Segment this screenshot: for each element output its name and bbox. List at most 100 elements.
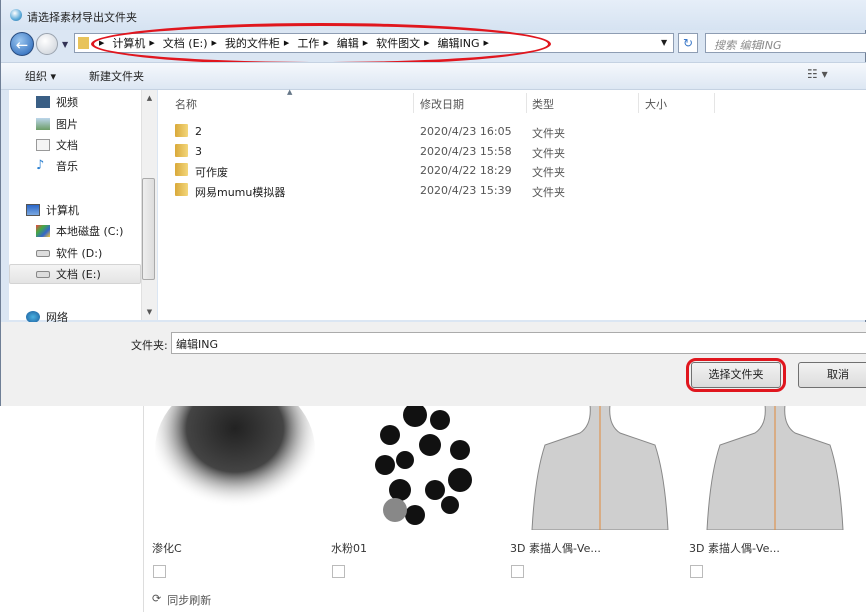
nav-label: 音乐 (56, 160, 78, 173)
file-type: 文件夹 (532, 186, 565, 199)
file-date: 2020/4/23 15:39 (420, 184, 512, 197)
breadcrumb-label: 编辑 (336, 37, 359, 50)
nav-item-drive-e[interactable]: 文档 (E:) (9, 264, 141, 284)
organize-menu[interactable]: 组织 ▾ (25, 68, 56, 84)
column-header-type[interactable]: 类型 (532, 96, 554, 112)
file-name: 2 (195, 125, 202, 138)
nav-label: 视频 (56, 96, 78, 109)
forward-button[interactable] (36, 33, 58, 55)
breadcrumb-label: 计算机 (112, 37, 146, 50)
folder-icon (175, 163, 188, 176)
breadcrumb-label: 工作 (297, 37, 320, 50)
figure-thumbnail[interactable] (520, 404, 690, 531)
refresh-icon: ⟳ (152, 592, 162, 605)
drive-icon (36, 270, 50, 278)
item-checkbox[interactable] (153, 565, 166, 578)
file-type: 文件夹 (532, 147, 565, 160)
arrow-left-icon: ← (15, 36, 29, 54)
chevron-right-icon: ▶ (323, 39, 329, 47)
file-date: 2020/4/23 15:58 (420, 145, 512, 158)
sync-refresh-label: 同步刷新 (167, 594, 212, 607)
file-name: 网易mumu模拟器 (195, 186, 286, 199)
breadcrumb-item[interactable]: 软件图文 ▶ (376, 35, 437, 51)
folder-label: 文件夹: (131, 339, 168, 352)
sync-refresh-button[interactable]: ⟳ 同步刷新 (152, 592, 211, 608)
refresh-icon: ↻ (682, 36, 694, 50)
breadcrumb-item[interactable]: 工作 ▶ (297, 35, 336, 51)
breadcrumb-item[interactable]: 编辑ING ▶ (437, 35, 496, 51)
new-folder-button[interactable]: 新建文件夹 (89, 68, 144, 84)
address-dropdown[interactable]: ▼ (661, 38, 667, 47)
file-row[interactable]: 2 2020/4/23 16:05 文件夹 (175, 122, 865, 141)
folder-icon (175, 144, 188, 157)
pictures-library-icon (36, 118, 50, 130)
folder-dialog: 请选择素材导出文件夹 ← ▼ ▶ 计算机 ▶ 文档 (E:) ▶ 我的文件柜 ▶ 工作… (0, 0, 866, 406)
file-date: 2020/4/23 16:05 (420, 125, 512, 138)
file-name: 3 (195, 145, 202, 158)
search-input[interactable]: 搜索 编辑ING (705, 33, 866, 53)
scroll-up-icon: ▲ (146, 94, 153, 102)
item-checkbox[interactable] (332, 565, 345, 578)
brush-thumbnail[interactable] (150, 378, 320, 530)
address-bar[interactable]: ▶ 计算机 ▶ 文档 (E:) ▶ 我的文件柜 ▶ 工作 ▶ 编辑 ▶ 软件图文 ▶ 编辑I… (74, 33, 674, 53)
folder-icon (175, 124, 188, 137)
breadcrumb-item[interactable]: 文档 (E:) ▶ (163, 35, 225, 51)
folder-icon (175, 183, 188, 196)
cancel-button[interactable]: 取消 (798, 362, 866, 388)
figure-thumbnail[interactable] (695, 404, 865, 531)
history-dropdown[interactable]: ▼ (62, 40, 68, 49)
app-icon (10, 9, 22, 21)
chevron-right-icon: ▶ (483, 39, 489, 47)
breadcrumb-item[interactable]: 计算机 ▶ (112, 35, 162, 51)
refresh-button[interactable]: ↻ (678, 33, 698, 53)
file-row[interactable]: 可作废 2020/4/22 18:29 文件夹 (175, 161, 865, 180)
sort-ascending-icon: ▲ (287, 88, 293, 96)
documents-library-icon (36, 139, 50, 151)
breadcrumb-label: 编辑ING (437, 37, 480, 50)
navigation-pane: 视频 图片 文档 ♪ 音乐 计算机 本地磁盘 (C:) 软件 (D:) 文档 (E… (9, 90, 141, 324)
view-list-icon: ☷ ▾ (807, 67, 828, 81)
scrollbar-thumb[interactable] (142, 178, 155, 280)
breadcrumb-root[interactable]: ▶ (95, 39, 112, 47)
file-row[interactable]: 网易mumu模拟器 2020/4/23 15:39 文件夹 (175, 181, 865, 200)
dialog-title: 请选择素材导出文件夹 (27, 11, 137, 24)
chevron-right-icon: ▶ (424, 39, 430, 47)
divider (143, 405, 144, 612)
column-divider (526, 93, 527, 113)
item-label: 渗化C (152, 542, 182, 555)
chevron-right-icon: ▶ (149, 39, 155, 47)
item-label: 3D 素描人偶-Ve... (510, 542, 601, 555)
computer-icon (26, 204, 40, 216)
chevron-right-icon: ▶ (99, 39, 105, 47)
file-name: 可作废 (195, 166, 228, 179)
folder-input[interactable]: 编辑ING (171, 332, 866, 354)
breadcrumb-label: 我的文件柜 (224, 37, 280, 50)
nav-label: 文档 (E:) (56, 268, 101, 281)
file-row[interactable]: 3 2020/4/23 15:58 文件夹 (175, 142, 865, 161)
chevron-right-icon: ▶ (362, 39, 369, 47)
column-header-name[interactable]: 名称 (175, 96, 197, 112)
file-type: 文件夹 (532, 127, 565, 140)
brush-thumbnail[interactable] (330, 403, 500, 530)
item-checkbox[interactable] (511, 565, 524, 578)
breadcrumb-label: 软件图文 (376, 37, 421, 50)
column-header-size[interactable]: 大小 (645, 96, 667, 112)
select-folder-button[interactable]: 选择文件夹 (691, 362, 781, 388)
column-divider (638, 93, 639, 113)
system-drive-icon (36, 225, 50, 237)
nav-item-computer[interactable]: 计算机 (26, 200, 156, 220)
nav-label: 文档 (56, 139, 78, 152)
column-divider (714, 93, 715, 113)
nav-label: 本地磁盘 (C:) (56, 225, 124, 238)
video-library-icon (36, 96, 50, 108)
nav-label: 软件 (D:) (56, 247, 103, 260)
column-header-date[interactable]: 修改日期 (420, 96, 464, 112)
breadcrumb-item[interactable]: 我的文件柜 ▶ (225, 35, 297, 51)
breadcrumb-label: 文档 (E:) (162, 37, 208, 50)
chevron-right-icon: ▶ (283, 39, 290, 47)
item-checkbox[interactable] (690, 565, 703, 578)
breadcrumb-item[interactable]: 编辑 ▶ (337, 35, 376, 51)
view-options-button[interactable]: ☷ ▾ (807, 67, 828, 81)
background-app: 渗化C 水粉01 3D 素描人偶-Ve... 3D 素描人偶-Ve... ⟳ 同… (0, 378, 866, 612)
back-button[interactable]: ← (10, 32, 34, 56)
